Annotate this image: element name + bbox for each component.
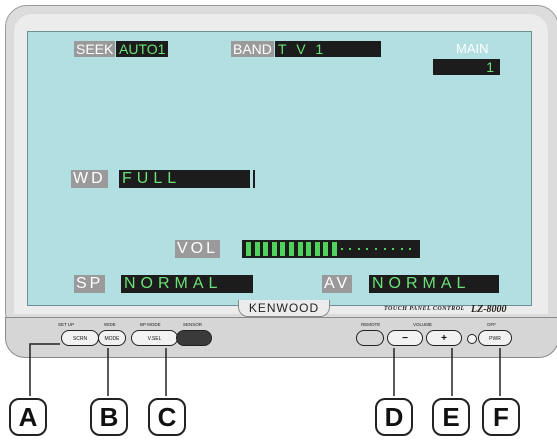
callout-line-a — [29, 343, 60, 396]
callout-b: B — [90, 398, 128, 436]
callout-d: D — [375, 398, 413, 436]
callout-f: F — [482, 398, 520, 436]
callout-a: A — [9, 398, 47, 436]
callout-c: C — [148, 398, 186, 436]
callout-e: E — [432, 398, 470, 436]
callout-lines — [29, 343, 501, 396]
